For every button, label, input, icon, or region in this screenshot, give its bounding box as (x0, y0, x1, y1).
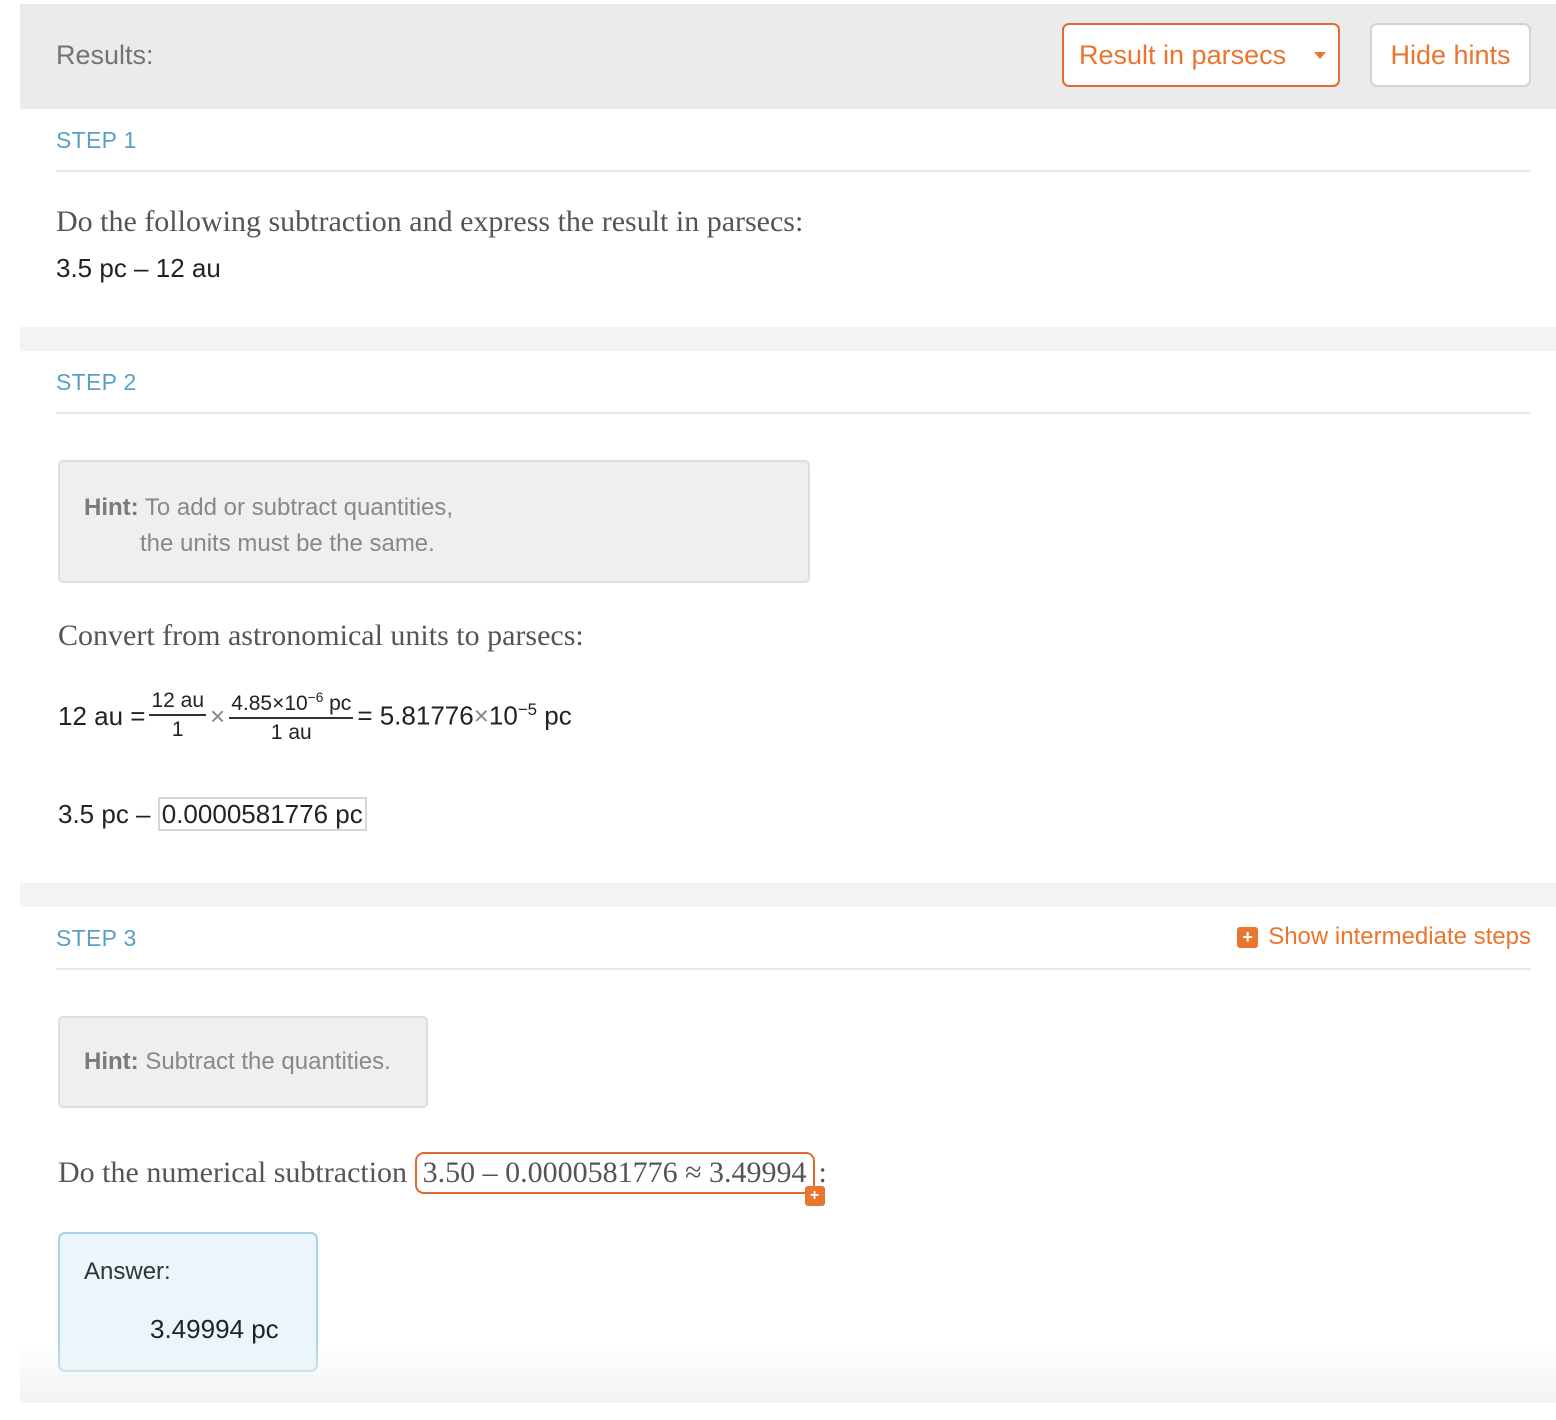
results-header: Results: Result in parsecs Hide hints (20, 4, 1556, 109)
conversion-equation: 12 au = 12 au 1 × 4.85×10−6 pc 1 au = 5.… (58, 685, 572, 747)
results-title: Results: (56, 40, 154, 70)
results-panel: Results: Result in parsecs Hide hints ST… (20, 4, 1556, 1403)
answer-value: 3.49994 pc (150, 1314, 279, 1344)
step-2-instruction: Convert from astronomical units to parse… (58, 619, 584, 652)
step-2-hint: Hint: To add or subtract quantities, the… (58, 460, 810, 583)
hint-text: Subtract the quantities. (145, 1048, 391, 1075)
colon: : (818, 1156, 827, 1189)
step-3-label: STEP 3 (56, 925, 137, 951)
step-1-header: STEP 1 (56, 109, 1531, 172)
fraction-2-numerator: 4.85×10−6 pc (229, 685, 354, 719)
step-2-header: STEP 2 (56, 351, 1531, 414)
numerator-mantissa: 4.85×10 (231, 692, 308, 715)
calculation-box[interactable]: 3.50 – 0.0000581776 ≈ 3.49994 + (414, 1152, 825, 1206)
result-unit: pc (537, 700, 572, 731)
fraction-2-denominator: 1 au (270, 721, 312, 744)
result-unit-selected: Result in parsecs (1079, 39, 1287, 70)
fraction-1-denominator: 1 (171, 718, 184, 741)
step-2-label: STEP 2 (56, 369, 137, 395)
restated-expression: 3.5 pc – 0.0000581776 pc (58, 797, 367, 831)
calculation-text: 3.50 – 0.0000581776 ≈ 3.49994 (422, 1156, 807, 1189)
caret-down-icon (1314, 52, 1326, 59)
result-times: × (473, 700, 489, 731)
numerator-unit: pc (323, 692, 352, 715)
fraction-1-numerator: 12 au (149, 688, 207, 716)
answer-label: Answer: (84, 1258, 171, 1285)
restated-left: 3.5 pc – (58, 799, 151, 829)
answer-box: Answer: 3.49994 pc (58, 1232, 318, 1372)
conversion-lhs: 12 au = (58, 700, 146, 731)
result-exponent: −5 (517, 700, 538, 720)
result-mantissa: = 5.81776 (357, 700, 474, 731)
step-3: STEP 3 + Show intermediate steps Hint: S… (20, 907, 1556, 1403)
step-separator (20, 327, 1556, 351)
step-3-instruction: Do the numerical subtraction (58, 1156, 408, 1189)
plus-icon: + (1237, 926, 1259, 948)
converted-value: 0.0000581776 pc (157, 797, 367, 831)
step-1-instruction: Do the following subtraction and express… (56, 205, 804, 238)
step-1-expression: 3.5 pc – 12 au (56, 253, 221, 283)
show-intermediate-steps-link[interactable]: + Show intermediate steps (1237, 923, 1531, 951)
step-separator (20, 883, 1556, 907)
hint-line-2: the units must be the same. (140, 530, 435, 557)
step-3-header: STEP 3 + Show intermediate steps (56, 907, 1531, 970)
numerical-subtraction-line: Do the numerical subtraction 3.50 – 0.00… (58, 1152, 827, 1206)
show-intermediate-steps-label: Show intermediate steps (1268, 923, 1531, 950)
fraction-1: 12 au 1 (149, 688, 207, 744)
fraction-2: 4.85×10−6 pc 1 au (229, 685, 354, 747)
hint-prefix: Hint: (84, 1048, 139, 1075)
hide-hints-button[interactable]: Hide hints (1370, 23, 1531, 87)
result-base: 10 (488, 700, 518, 731)
step-1-label: STEP 1 (56, 127, 137, 153)
conversion-result: = 5.81776×10−5 pc (357, 700, 571, 732)
hint-line-1: To add or subtract quantities, (144, 494, 454, 521)
expand-plus-icon[interactable]: + (804, 1186, 825, 1206)
hint-prefix: Hint: (84, 494, 139, 521)
step-1: STEP 1 Do the following subtraction and … (20, 109, 1556, 327)
times-sign: × (210, 700, 226, 731)
result-unit-dropdown[interactable]: Result in parsecs (1062, 23, 1340, 87)
numerator-exponent: −6 (307, 690, 324, 705)
step-2: STEP 2 Hint: To add or subtract quantiti… (20, 351, 1556, 883)
step-3-hint: Hint: Subtract the quantities. (58, 1016, 428, 1108)
